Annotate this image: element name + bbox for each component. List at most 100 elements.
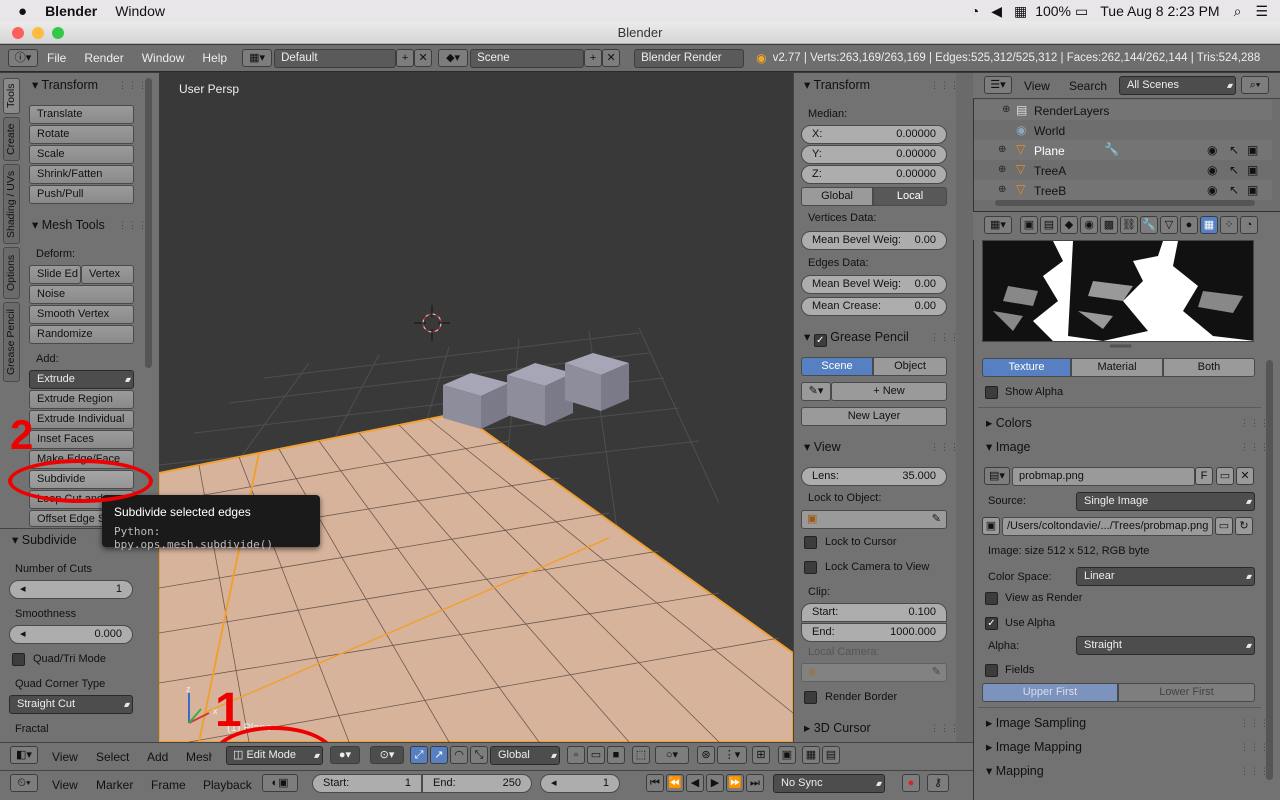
mode-select[interactable]: ◫ Edit Mode [226,746,323,765]
opengl-render-icon[interactable]: ▣ [778,746,796,764]
randomize-button[interactable]: Randomize [29,325,134,344]
view3d-editor-icon[interactable]: ◧▾ [10,746,38,764]
sync-mode-select[interactable]: No Sync [773,774,885,793]
median-x-field[interactable]: X: 0.00000 [801,125,947,144]
vertex-select-icon[interactable]: ▫ [567,746,585,764]
object-context-icon[interactable]: ▩ [1100,216,1118,234]
expand-icon[interactable]: ⊕ [998,184,1006,195]
3d-cursor-header[interactable]: ▸ 3D Cursor [804,720,871,735]
alpha-mode-select[interactable]: Straight [1076,636,1255,655]
wifi-icon[interactable]: ◔ [971,3,979,19]
tab-tools[interactable]: Tools [3,78,20,114]
camera-icon[interactable]: ▣ [1247,183,1258,197]
edge-bevel-field[interactable]: Mean Bevel Weig: 0.00 [801,275,947,294]
local-toggle[interactable]: Local [873,187,947,206]
slide-vertex-button[interactable]: Vertex [81,265,134,284]
both-tab[interactable]: Both [1163,358,1255,377]
median-z-field[interactable]: Z: 0.00000 [801,165,947,184]
image-path-field[interactable]: /Users/coltondavie/.../Trees/probmap.png [1002,517,1213,536]
cursor-select-icon[interactable]: ↖ [1229,163,1239,177]
drag-grip[interactable]: ⋮⋮⋮ [118,80,148,91]
use-alpha-checkbox[interactable]: ✓ [985,617,998,630]
window-menu[interactable]: Window [115,3,165,19]
menu-file[interactable]: File [47,51,66,65]
inset-faces-button[interactable]: Inset Faces [29,430,134,449]
timeline-marker-menu[interactable]: Marker [96,778,133,792]
apple-icon[interactable]: ● [18,3,27,20]
scene-icon[interactable]: ◆▾ [438,49,469,67]
scene-context-icon[interactable]: ◆ [1060,216,1078,234]
play-reverse-icon[interactable]: ◀ [686,774,704,792]
modifiers-context-icon[interactable]: 🔧 [1140,216,1158,234]
zoom-window-button[interactable] [52,27,64,39]
properties-editor-scrollbar[interactable] [1266,360,1273,780]
snap-toggle-icon[interactable]: ⊛ [697,746,715,764]
cuts-field[interactable]: ◂ 1 [9,580,133,599]
outliner-scrollbar[interactable] [995,200,1255,206]
face-select-icon[interactable]: ■ [607,746,625,764]
clip-end-field[interactable]: End: 1000.000 [801,623,947,642]
extrude-individual-button[interactable]: Extrude Individual [29,410,134,429]
add-scene-button[interactable]: + [584,49,603,67]
grease-pencil-header[interactable]: ▾ ✓ Grease Pencil [804,329,909,347]
notification-icon[interactable]: ☰ [1255,3,1268,20]
open-image-icon[interactable]: ▭ [1216,467,1234,485]
shading-mode-icon[interactable]: ●▾ [330,746,360,764]
image-panel-header[interactable]: ▾ Image [986,439,1031,454]
close-window-button[interactable] [12,27,24,39]
scale-manipulator-icon[interactable]: ⤡ [470,746,488,764]
render-layers-context-icon[interactable]: ▤ [1040,216,1058,234]
render-layers-label[interactable]: RenderLayers [1034,104,1109,118]
edge-select-icon[interactable]: ▭ [587,746,605,764]
properties-editor-icon[interactable]: ▦▾ [984,216,1012,234]
view3d-mesh-menu[interactable]: Mesh [186,750,212,764]
image-name-field[interactable]: probmap.png [1012,467,1195,486]
view-panel-header[interactable]: ▾ View [804,439,841,454]
lock-object-field[interactable]: ▣ ✎ [801,510,947,529]
quad-tri-checkbox[interactable] [12,653,25,666]
play-icon[interactable]: ▶ [706,774,724,792]
slide-edge-button[interactable]: Slide Ed [29,265,81,284]
cursor-select-icon[interactable]: ↖ [1229,143,1239,157]
camera-icon[interactable]: ▣ [1247,163,1258,177]
translate-manipulator-icon[interactable]: ↗ [430,746,448,764]
opengl-animation-icon[interactable]: ▦ [802,746,820,764]
texture-context-icon[interactable]: ▦ [1200,216,1218,234]
rotate-button[interactable]: Rotate [29,125,134,144]
n-transform-header[interactable]: ▾ Transform [804,77,870,92]
pivot-point-icon[interactable]: ⊙▾ [370,746,404,764]
record-icon[interactable]: ● [902,774,920,792]
colors-panel-header[interactable]: ▸ Colors [986,415,1032,430]
jump-start-icon[interactable]: ⏮ [646,774,664,792]
clock[interactable]: Tue Aug 8 2:23 PM [1100,3,1219,19]
transform-orientation-select[interactable]: Global [490,746,560,765]
drag-grip[interactable]: ⋮⋮⋮ [930,80,960,91]
timeline-playback-menu[interactable]: Playback [203,778,252,792]
next-keyframe-icon[interactable]: ⏩ [726,774,744,792]
image-sampling-header[interactable]: ▸ Image Sampling [986,715,1086,730]
grease-object-toggle[interactable]: Object [873,357,947,376]
outliner-editor-icon[interactable]: ☰▾ [984,76,1012,94]
operator-header[interactable]: ▾ Subdivide [12,532,77,547]
expand-icon[interactable]: ⊕ [1002,104,1010,115]
timeline-editor-icon[interactable]: ⏲▾ [10,774,38,792]
lock-camera-checkbox[interactable] [804,561,817,574]
tree-b-label[interactable]: TreeB [1034,184,1066,198]
global-toggle[interactable]: Global [801,187,873,206]
color-space-select[interactable]: Linear [1076,567,1255,586]
expand-icon[interactable]: ⊕ [998,144,1006,155]
snap-target-icon[interactable]: ⊞ [752,746,770,764]
grease-pencil-checkbox[interactable]: ✓ [813,334,827,347]
smoothness-field[interactable]: ◂ 0.000 [9,625,133,644]
minimize-window-button[interactable] [32,27,44,39]
eye-icon[interactable]: ◉ [1207,183,1217,197]
tab-grease-pencil[interactable]: Grease Pencil [3,302,20,382]
material-context-icon[interactable]: ● [1180,216,1198,234]
spotlight-icon[interactable]: ⌕ [1234,3,1242,20]
fake-user-button[interactable]: F [1195,467,1213,485]
vertex-bevel-field[interactable]: Mean Bevel Weig: 0.00 [801,231,947,250]
data-context-icon[interactable]: ▽ [1160,216,1178,234]
prev-keyframe-icon[interactable]: ⏪ [666,774,684,792]
lens-field[interactable]: Lens: 35.000 [801,467,947,486]
expand-icon[interactable]: ⊕ [998,164,1006,175]
